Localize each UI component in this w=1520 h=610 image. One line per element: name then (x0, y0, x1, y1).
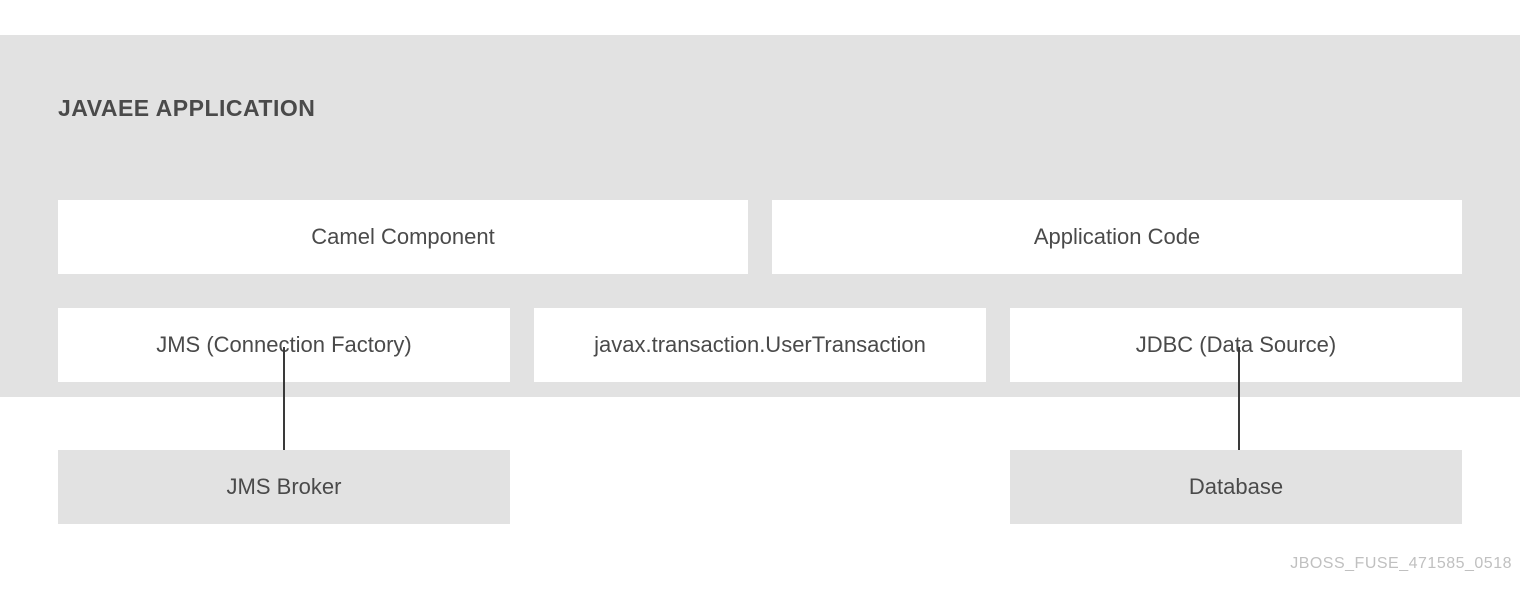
diagram-caption: JBOSS_FUSE_471585_0518 (1290, 555, 1512, 573)
box-jms-broker: JMS Broker (58, 450, 510, 524)
row-components: Camel Component Application Code (58, 200, 1462, 274)
row-resources: JMS (Connection Factory) javax.transacti… (58, 308, 1462, 382)
box-database: Database (1010, 450, 1462, 524)
application-title: JAVAEE APPLICATION (58, 95, 315, 122)
connector-jms (283, 347, 285, 450)
box-user-transaction: javax.transaction.UserTransaction (534, 308, 986, 382)
box-camel-component: Camel Component (58, 200, 748, 274)
application-container: JAVAEE APPLICATION Camel Component Appli… (0, 35, 1520, 397)
box-application-code: Application Code (772, 200, 1462, 274)
row-backends: JMS Broker Database (58, 450, 1462, 524)
box-jdbc-data-source: JDBC (Data Source) (1010, 308, 1462, 382)
connector-jdbc (1238, 347, 1240, 450)
